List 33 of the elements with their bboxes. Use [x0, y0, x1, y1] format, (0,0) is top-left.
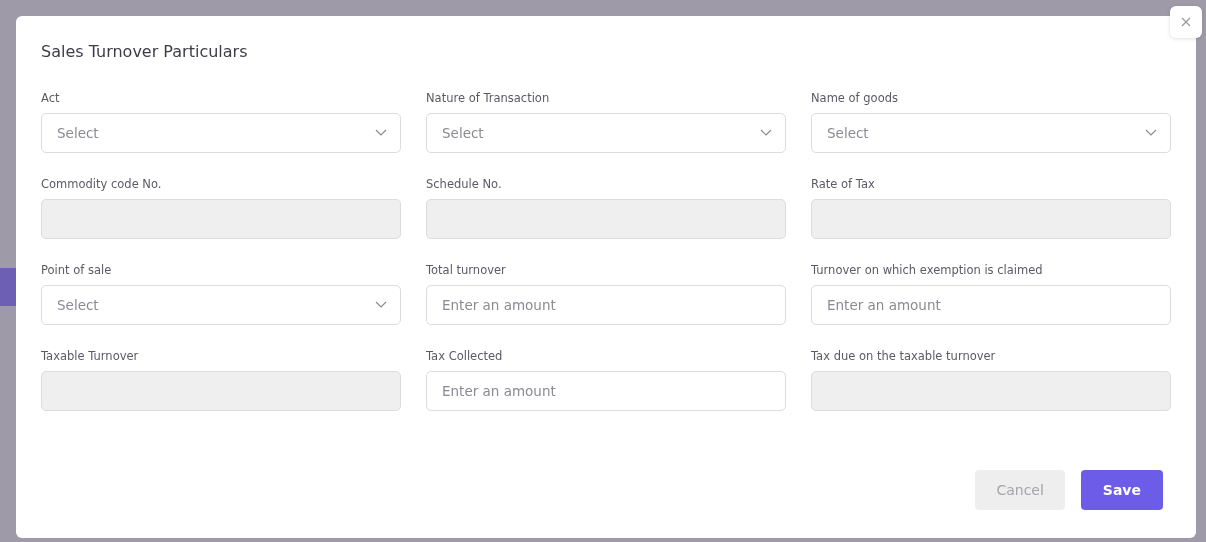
input-field[interactable] [41, 199, 401, 239]
dialog-title: Sales Turnover Particulars [41, 42, 249, 61]
field-label: Rate of Tax [811, 177, 876, 191]
input-field[interactable] [811, 199, 1171, 239]
select-field[interactable]: Select [41, 113, 401, 153]
field-label: Tax Collected [426, 349, 504, 363]
field-label: Name of goods [811, 91, 899, 105]
save-button[interactable]: Save [1080, 470, 1163, 510]
select-field[interactable]: Select [811, 113, 1171, 153]
input-field[interactable]: Enter an amount [426, 285, 786, 325]
field-label: Nature of Transaction [426, 91, 551, 105]
input-field[interactable] [811, 371, 1171, 411]
field-label: Tax due on the taxable turnover [811, 349, 997, 363]
sidebar-highlight [0, 268, 16, 306]
field-label: Point of sale [41, 263, 113, 277]
chevron-down-icon [760, 129, 772, 136]
input-field[interactable]: Enter an amount [811, 285, 1171, 325]
close-button[interactable] [1170, 6, 1202, 38]
input-field[interactable] [426, 199, 786, 239]
close-icon [1181, 17, 1191, 27]
field-label: Act [41, 91, 61, 105]
field-label: Taxable Turnover [41, 349, 140, 363]
select-field[interactable]: Select [426, 113, 786, 153]
field-label: Commodity code No. [41, 177, 163, 191]
input-field[interactable] [41, 371, 401, 411]
field-label: Total turnover [426, 263, 507, 277]
chevron-down-icon [1145, 129, 1157, 136]
select-field[interactable]: Select [41, 285, 401, 325]
field-label: Schedule No. [426, 177, 503, 191]
field-label: Turnover on which exemption is claimed [811, 263, 1044, 277]
chevron-down-icon [375, 129, 387, 136]
input-field[interactable]: Enter an amount [426, 371, 786, 411]
chevron-down-icon [375, 301, 387, 308]
